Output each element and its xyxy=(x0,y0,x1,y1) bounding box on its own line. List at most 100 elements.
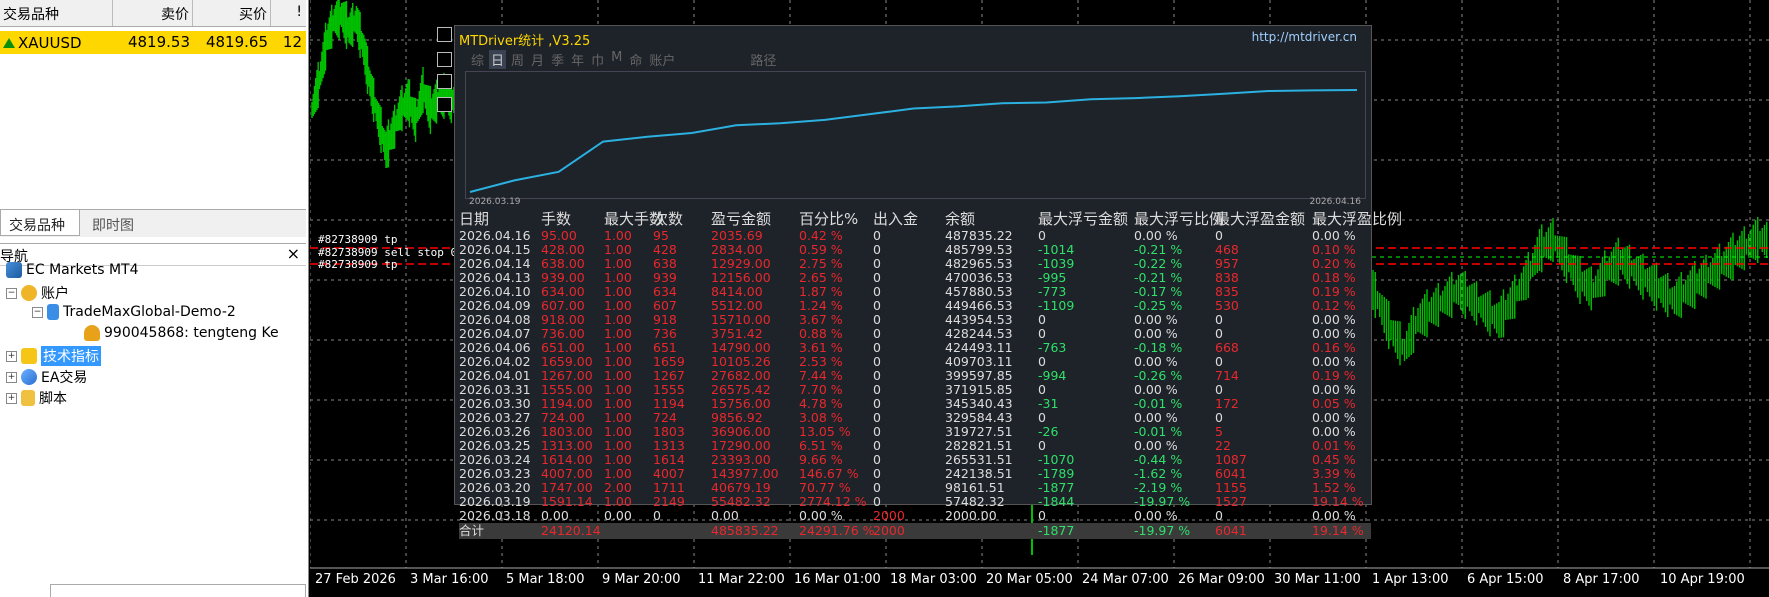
table-cell: 0 xyxy=(1038,326,1046,341)
tree-ea[interactable]: + EA交易 xyxy=(6,367,87,387)
column-header: 出入金 xyxy=(873,210,919,228)
table-cell: 0 xyxy=(1215,410,1223,425)
table-cell: 3.61 % xyxy=(799,340,843,355)
spread-cell: 12 xyxy=(282,33,302,51)
tree-accounts[interactable]: − 账户 xyxy=(6,283,69,303)
table-cell: 0 xyxy=(1038,438,1046,453)
market-watch-row[interactable]: XAUUSD 4819.53 4819.65 12 xyxy=(0,31,306,54)
table-cell: 1.00 xyxy=(604,396,632,411)
expand-icon[interactable]: + xyxy=(6,392,17,404)
table-cell: 0.00 % xyxy=(1134,312,1178,327)
table-cell: 0.19 % xyxy=(1312,284,1356,299)
panel-button[interactable] xyxy=(437,52,452,67)
table-cell: 0.00 % xyxy=(1134,410,1178,425)
table-cell: 0 xyxy=(1215,326,1223,341)
tab-summary[interactable]: 综 xyxy=(469,50,486,69)
tree-account[interactable]: 990045868: tengteng Ke xyxy=(84,325,279,341)
total-cell: 合计 xyxy=(459,523,541,539)
table-cell: -1.62 % xyxy=(1134,466,1183,481)
tab-daily[interactable]: 日 xyxy=(489,50,507,69)
table-cell: -1877 xyxy=(1038,480,1075,495)
table-cell: 638 xyxy=(653,256,677,271)
table-cell: -763 xyxy=(1038,340,1067,355)
table-cell: 146.67 % xyxy=(799,466,859,481)
tab-yearly[interactable]: 年 xyxy=(569,50,586,69)
table-cell: 15710.00 xyxy=(711,312,771,327)
tab-jin[interactable]: 巾 xyxy=(589,50,606,69)
tab-symbols[interactable]: 交易品种 xyxy=(0,210,80,236)
tree-server[interactable]: − TradeMaxGlobal-Demo-2 xyxy=(32,304,236,320)
x-axis-label: 6 Apr 15:00 xyxy=(1467,572,1544,587)
tab-account[interactable]: 账户 xyxy=(647,50,677,69)
x-axis-label: 11 Mar 22:00 xyxy=(698,572,785,587)
table-cell: -0.01 % xyxy=(1134,396,1183,411)
table-cell: 2774.12 % xyxy=(799,494,867,509)
panel-url-link[interactable]: http://mtdriver.cn xyxy=(1252,30,1357,44)
table-cell: 2000.00 xyxy=(945,508,997,523)
col-symbol-header[interactable]: 交易品种 xyxy=(0,0,113,26)
tab-path[interactable]: 路径 xyxy=(748,50,778,69)
tree-indicators[interactable]: + 技术指标 xyxy=(6,346,101,366)
x-axis-label: 10 Apr 19:00 xyxy=(1660,572,1745,587)
table-cell: 0 xyxy=(1215,228,1223,243)
tab-weekly[interactable]: 周 xyxy=(509,50,526,69)
column-header: 百分比% xyxy=(799,210,859,228)
tree-broker[interactable]: EC Markets MT4 xyxy=(6,262,138,278)
table-cell: 1659 xyxy=(653,354,685,369)
table-cell: 0.10 % xyxy=(1312,242,1356,257)
expand-icon[interactable]: + xyxy=(6,371,17,383)
table-cell: 0 xyxy=(873,256,881,271)
tab-monthly[interactable]: 月 xyxy=(529,50,546,69)
table-cell: 27682.00 xyxy=(711,368,771,383)
table-cell: 2.65 % xyxy=(799,270,843,285)
market-watch-header: 交易品种 卖价 买价 ! xyxy=(0,0,306,27)
tab-tick-chart[interactable]: 即时图 xyxy=(84,210,142,236)
table-cell: 1.00 xyxy=(604,228,632,243)
table-cell: 2026.04.02 xyxy=(459,354,531,369)
table-cell: 1.00 xyxy=(604,340,632,355)
table-cell: 0.00 % xyxy=(1312,228,1356,243)
table-cell: 70.77 % xyxy=(799,480,851,495)
expand-icon[interactable]: + xyxy=(6,350,17,362)
table-cell: 470036.53 xyxy=(945,270,1013,285)
table-cell: 0 xyxy=(873,368,881,383)
table-cell: 2026.04.06 xyxy=(459,340,531,355)
panel-button[interactable] xyxy=(437,74,452,89)
table-cell: 1.00 xyxy=(604,326,632,341)
col-spread-header[interactable]: ! xyxy=(271,0,305,26)
table-row: 2026.03.18 0.00 0.00 0 0.00 0.00 % 2000 2000.00… xyxy=(459,509,1371,523)
table-cell: -1109 xyxy=(1038,298,1075,313)
table-row: 2026.03.20 1747.00 2.00 1711 40679.19 70.77 %… xyxy=(459,481,1371,495)
col-bid-header[interactable]: 卖价 xyxy=(113,0,193,26)
accounts-label: 账户 xyxy=(41,286,69,302)
table-cell: 1.00 xyxy=(604,410,632,425)
table-cell: 1614.00 xyxy=(541,452,593,467)
table-cell: 0.00 % xyxy=(1134,508,1178,523)
order-label-tp-1[interactable]: #82738909 tp xyxy=(318,233,397,246)
collapse-icon[interactable]: − xyxy=(32,306,43,318)
tab-m[interactable]: M xyxy=(609,50,624,69)
bid-cell: 4819.53 xyxy=(127,33,190,51)
server-icon xyxy=(47,304,59,320)
table-row: 2026.03.25 1313.00 1.00 1313 17290.00 6.51 % 0… xyxy=(459,439,1371,453)
col-ask-header[interactable]: 买价 xyxy=(193,0,271,26)
table-cell: 0.12 % xyxy=(1312,298,1356,313)
tab-quarterly[interactable]: 季 xyxy=(549,50,566,69)
table-cell: 1.00 xyxy=(604,256,632,271)
close-icon[interactable]: × xyxy=(287,244,300,263)
panel-button[interactable] xyxy=(437,97,452,112)
table-row: 2026.04.02 1659.00 1.00 1659 10105.26 2.53 % 0… xyxy=(459,355,1371,369)
table-row: 2026.04.08 918.00 1.00 918 15710.00 3.67 % 0 44… xyxy=(459,313,1371,327)
column-header: 次数 xyxy=(653,210,684,228)
order-label-tp-2[interactable]: #82738909 tp xyxy=(318,258,397,271)
column-header: 最大浮亏金额 xyxy=(1038,210,1129,228)
collapse-icon[interactable]: − xyxy=(6,287,17,299)
tree-scripts[interactable]: + 脚本 xyxy=(6,388,67,408)
panel-title: MTDriver统计 ,V3.25 xyxy=(459,34,591,49)
panel-button[interactable] xyxy=(437,27,452,42)
table-cell: 3751.42 xyxy=(711,326,763,341)
tab-ming[interactable]: 命 xyxy=(627,50,644,69)
column-header: 最大浮盈金额 xyxy=(1215,210,1306,228)
table-cell: 0.00 % xyxy=(1312,354,1356,369)
curve-start-date: 2026.03.19 xyxy=(469,197,521,207)
